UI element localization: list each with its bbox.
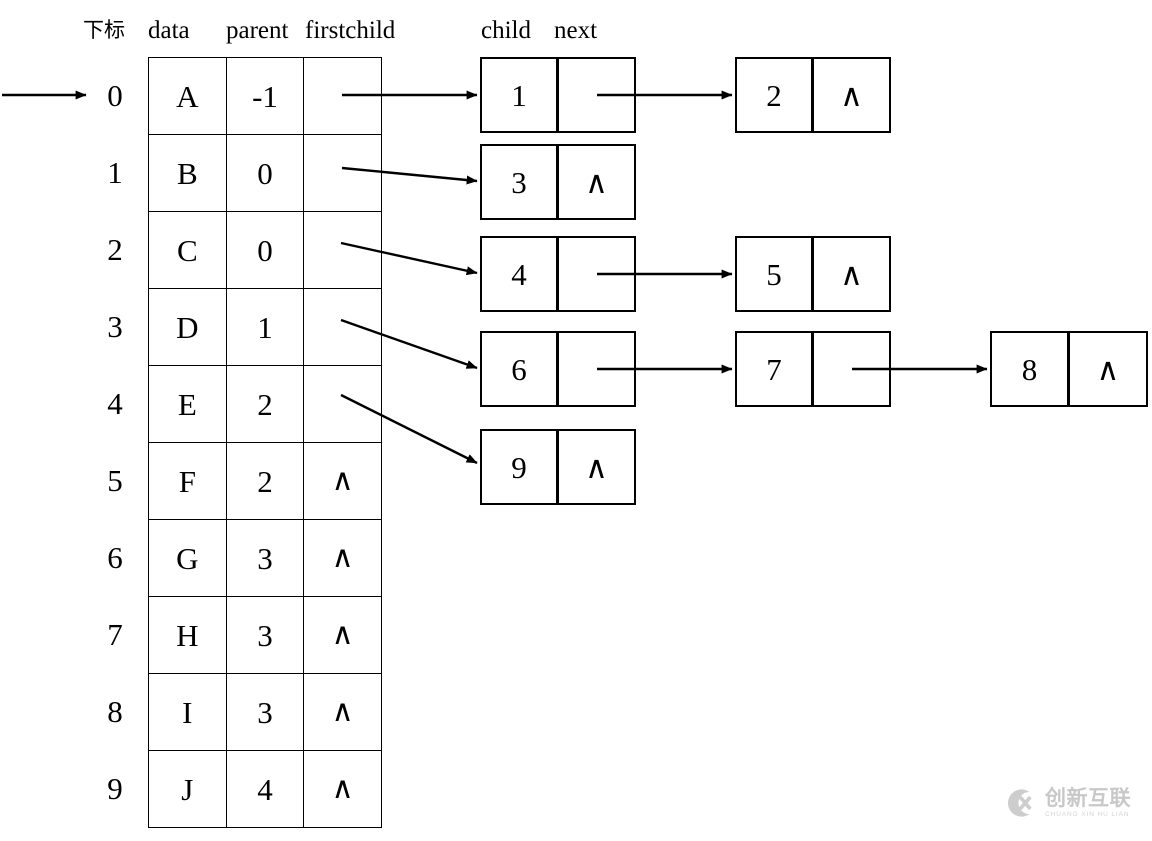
header-next: next xyxy=(554,17,598,44)
cell-parent-3: 1 xyxy=(225,288,305,366)
row-index-8: 8 xyxy=(107,694,123,729)
cell-firstchild-4 xyxy=(303,365,382,443)
child-node-5: 5 ∧ xyxy=(735,236,891,312)
cell-parent-5: 2 xyxy=(225,442,305,520)
cell-firstchild-0 xyxy=(303,57,382,135)
table-row: H 3 ∧ xyxy=(148,596,382,674)
child-node-1-next xyxy=(558,57,636,133)
child-node-8: 8 ∧ xyxy=(990,331,1148,407)
table-row: D 1 xyxy=(148,288,382,366)
child-node-9: 9 ∧ xyxy=(480,429,636,505)
child-node-6-child: 6 xyxy=(480,331,558,407)
child-node-9-next: ∧ xyxy=(558,429,636,505)
watermark-title: 创新互联 xyxy=(1045,785,1131,810)
cell-firstchild-5: ∧ xyxy=(303,442,382,520)
cell-firstchild-2 xyxy=(303,211,382,289)
row-index-4: 4 xyxy=(107,386,123,421)
cell-firstchild-3 xyxy=(303,288,382,366)
child-node-7-next xyxy=(813,331,891,407)
table-row: I 3 ∧ xyxy=(148,673,382,751)
cell-parent-4: 2 xyxy=(225,365,305,443)
child-node-1: 1 xyxy=(480,57,636,133)
cell-data-3: D xyxy=(148,288,227,366)
row-index-9: 9 xyxy=(107,771,123,806)
child-node-2: 2 ∧ xyxy=(735,57,891,133)
child-node-5-child: 5 xyxy=(735,236,813,312)
cell-parent-0: -1 xyxy=(225,57,305,135)
child-node-3-next: ∧ xyxy=(558,144,636,220)
cell-data-0: A xyxy=(148,57,227,135)
child-node-8-child: 8 xyxy=(990,331,1069,407)
table-row: E 2 xyxy=(148,365,382,443)
header-index: 下标 xyxy=(83,18,125,42)
cell-data-1: B xyxy=(148,134,227,212)
child-node-3-child: 3 xyxy=(480,144,558,220)
row-index-7: 7 xyxy=(107,617,123,652)
watermark: 创新互联 CHUANG XIN HU LIAN xyxy=(1004,777,1144,829)
table-row: C 0 xyxy=(148,211,382,289)
cell-data-5: F xyxy=(148,442,227,520)
child-node-8-next: ∧ xyxy=(1069,331,1148,407)
child-node-6: 6 xyxy=(480,331,636,407)
header-data: data xyxy=(148,17,190,44)
child-node-5-next: ∧ xyxy=(813,236,891,312)
table-row: F 2 ∧ xyxy=(148,442,382,520)
row-index-2: 2 xyxy=(107,232,123,267)
cell-firstchild-9: ∧ xyxy=(303,750,382,828)
watermark-subtitle: CHUANG XIN HU LIAN xyxy=(1045,810,1130,818)
child-node-4-next xyxy=(558,236,636,312)
cell-data-2: C xyxy=(148,211,227,289)
cell-firstchild-6: ∧ xyxy=(303,519,382,597)
child-node-4-child: 4 xyxy=(480,236,558,312)
header-firstchild: firstchild xyxy=(305,17,396,44)
row-index-3: 3 xyxy=(107,309,123,344)
table-row: J 4 ∧ xyxy=(148,750,382,828)
child-node-9-child: 9 xyxy=(480,429,558,505)
cell-firstchild-8: ∧ xyxy=(303,673,382,751)
cell-data-9: J xyxy=(148,750,227,828)
child-node-2-child: 2 xyxy=(735,57,813,133)
cell-parent-6: 3 xyxy=(225,519,305,597)
cell-data-7: H xyxy=(148,596,227,674)
cell-parent-9: 4 xyxy=(225,750,305,828)
cell-parent-2: 0 xyxy=(225,211,305,289)
child-node-3: 3 ∧ xyxy=(480,144,636,220)
child-node-2-next: ∧ xyxy=(813,57,891,133)
cell-parent-7: 3 xyxy=(225,596,305,674)
cell-firstchild-7: ∧ xyxy=(303,596,382,674)
cell-parent-1: 0 xyxy=(225,134,305,212)
child-node-6-next xyxy=(558,331,636,407)
row-index-0: 0 xyxy=(107,78,123,113)
node-array-table: A -1 B 0 C 0 D 1 E 2 F 2 ∧ G 3 ∧ H 3 ∧ I… xyxy=(148,57,382,828)
diagram-canvas: 下标 data parent firstchild child next 0 1… xyxy=(0,0,1152,841)
cell-data-6: G xyxy=(148,519,227,597)
header-parent: parent xyxy=(226,17,289,44)
header-child: child xyxy=(481,17,531,44)
child-node-7-child: 7 xyxy=(735,331,813,407)
child-node-7: 7 xyxy=(735,331,891,407)
child-node-1-child: 1 xyxy=(480,57,558,133)
row-index-5: 5 xyxy=(107,463,123,498)
watermark-logo-icon xyxy=(1007,789,1032,817)
child-node-4: 4 xyxy=(480,236,636,312)
cell-data-4: E xyxy=(148,365,227,443)
row-index-6: 6 xyxy=(107,540,123,575)
table-row: B 0 xyxy=(148,134,382,212)
cell-data-8: I xyxy=(148,673,227,751)
table-row: A -1 xyxy=(148,57,382,135)
cell-parent-8: 3 xyxy=(225,673,305,751)
row-index-1: 1 xyxy=(107,155,123,190)
table-row: G 3 ∧ xyxy=(148,519,382,597)
watermark-text: 创新互联 CHUANG XIN HU LIAN xyxy=(1045,785,1131,819)
cell-firstchild-1 xyxy=(303,134,382,212)
